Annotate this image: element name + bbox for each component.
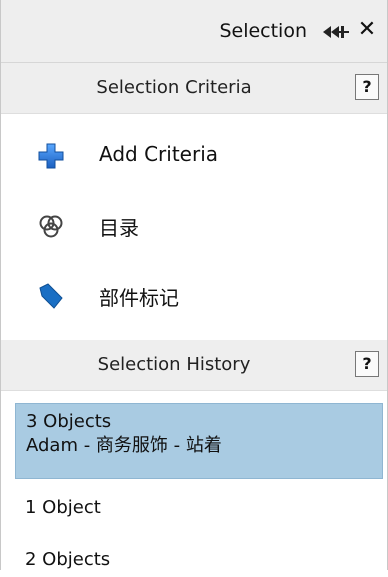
criteria-item-label: Add Criteria [99,142,219,166]
criteria-item-add[interactable]: Add Criteria [1,124,387,184]
history-item-count: 2 Objects [25,549,111,570]
history-item-count: 1 Object [25,497,101,518]
close-icon[interactable]: ✕ [355,16,379,44]
criteria-item-catalog[interactable]: 目录 [1,194,387,254]
history-item-count: 3 Objects [26,411,112,432]
criteria-help-button[interactable]: ? [355,74,379,100]
add-plus-icon [38,143,64,169]
history-item-detail: Adam - 商务服饰 - 站着 [26,435,222,456]
pin-icon[interactable] [321,24,351,40]
tag-icon [39,283,63,309]
panel-titlebar: Selection ✕ [1,0,387,63]
criteria-item-part-tag[interactable]: 部件标记 [1,264,387,324]
criteria-list: Add Criteria 目录 部件标记 [1,114,387,340]
history-item[interactable]: 2 Objects [15,543,383,577]
selection-panel: Selection ✕ Selection Criteria ? Add Cri… [0,0,388,570]
criteria-item-label: 部件标记 [99,286,179,310]
selection-history-title: Selection History [97,354,251,375]
history-help-button[interactable]: ? [355,351,379,377]
history-item-selected[interactable]: 3 Objects Adam - 商务服饰 - 站着 [15,403,383,479]
criteria-item-label: 目录 [99,216,139,240]
catalog-rings-icon [39,215,63,238]
selection-history-header[interactable]: Selection History ? [1,340,387,391]
selection-criteria-title: Selection Criteria [96,77,252,98]
history-item[interactable]: 1 Object [15,491,383,525]
selection-criteria-header[interactable]: Selection Criteria ? [1,63,387,114]
panel-title: Selection [219,20,307,42]
